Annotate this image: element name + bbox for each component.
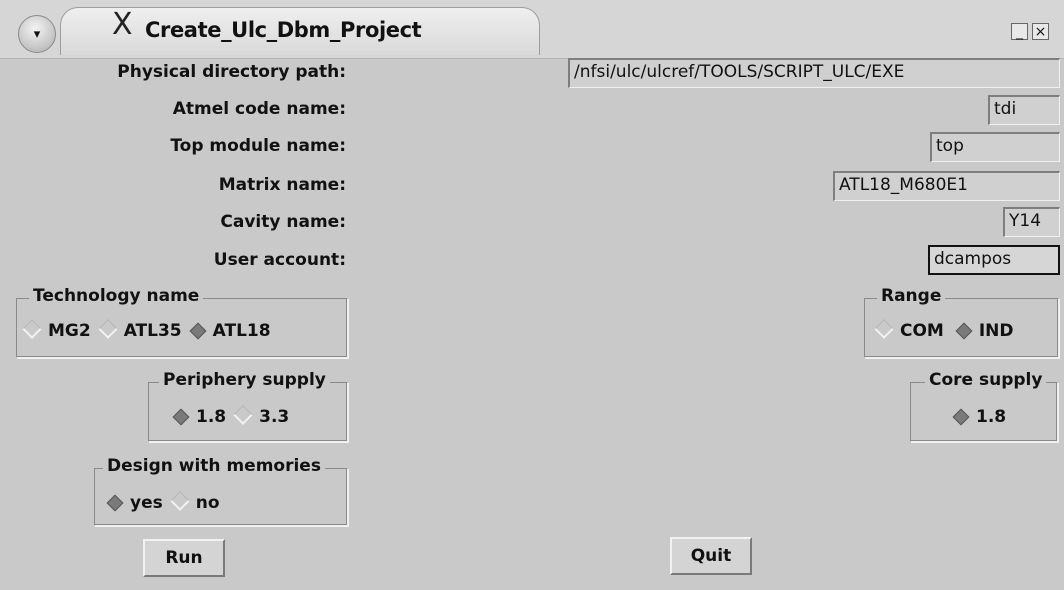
core-supply-option-1-8[interactable]: 1.8 [949,407,1006,427]
window-menu-button[interactable]: ▾ [18,15,56,53]
physical-directory-path-label: Physical directory path: [117,62,346,82]
top-module-name-label: Top module name: [170,136,346,156]
run-button[interactable]: Run [143,539,225,577]
cavity-name-field[interactable]: Y14 [1003,207,1060,237]
periphery-supply-option-3-3[interactable]: 3.3 [230,405,289,427]
quit-button[interactable]: Quit [670,537,752,575]
atmel-code-name-field[interactable]: tdi [988,95,1060,125]
radio-unselected-icon [169,491,190,511]
memories-option-yes[interactable]: yes [103,493,163,513]
minimize-icon: _ [1016,24,1023,40]
memories-group: Design with memories yes no [94,456,348,526]
x-logo-icon: X [112,7,133,42]
radio-unselected-icon [22,319,42,339]
physical-directory-path-field[interactable]: /nfsi/ulc/ulcref/TOOLS/SCRIPT_ULC/EXE [568,58,1060,88]
radio-selected-icon [955,322,973,340]
chevron-down-icon: ▾ [33,26,41,42]
memories-options: yes no [103,491,224,513]
radio-selected-icon [952,408,970,426]
periphery-supply-group: Periphery supply 1.8 3.3 [148,370,348,442]
close-icon: × [1034,24,1047,40]
window-title: Create_Ulc_Dbm_Project [145,18,422,42]
radio-selected-icon [172,408,190,426]
technology-option-mg2[interactable]: MG2 [19,319,91,341]
user-account-label: User account: [213,250,346,270]
radio-selected-icon [189,322,207,340]
atmel-code-name-label: Atmel code name: [172,99,346,119]
range-option-com[interactable]: COM [871,319,944,341]
matrix-name-field[interactable]: ATL18_M680E1 [833,171,1060,201]
technology-option-atl18[interactable]: ATL18 [186,321,271,341]
radio-selected-icon [106,494,124,512]
periphery-supply-title: Periphery supply [159,370,330,390]
radio-unselected-icon [97,319,118,339]
range-group: Range COM IND [864,286,1059,358]
radio-unselected-icon [233,405,254,425]
technology-options: MG2 ATL35 ATL18 [19,319,275,341]
top-module-name-field[interactable]: top [930,132,1060,162]
minimize-button[interactable]: _ [1011,23,1028,40]
radio-unselected-icon [874,319,894,339]
core-supply-title: Core supply [925,370,1047,390]
periphery-supply-options: 1.8 3.3 [169,405,293,427]
technology-group-title: Technology name [29,286,204,306]
memories-group-title: Design with memories [103,456,325,476]
core-supply-options: 1.8 [949,407,1010,427]
range-group-title: Range [877,286,946,306]
range-option-ind[interactable]: IND [952,321,1014,341]
technology-group: Technology name MG2 ATL35 ATL18 [16,286,348,358]
user-account-field[interactable]: dcampos [928,245,1060,275]
periphery-supply-option-1-8[interactable]: 1.8 [169,407,226,427]
core-supply-group: Core supply 1.8 [910,370,1058,442]
matrix-name-label: Matrix name: [218,175,346,195]
range-options: COM IND [871,319,1018,341]
close-button[interactable]: × [1032,23,1049,40]
title-bar: ▾ X Create_Ulc_Dbm_Project _ × [0,0,1064,59]
technology-option-atl35[interactable]: ATL35 [95,319,182,341]
cavity-name-label: Cavity name: [220,212,346,232]
memories-option-no[interactable]: no [167,491,220,513]
